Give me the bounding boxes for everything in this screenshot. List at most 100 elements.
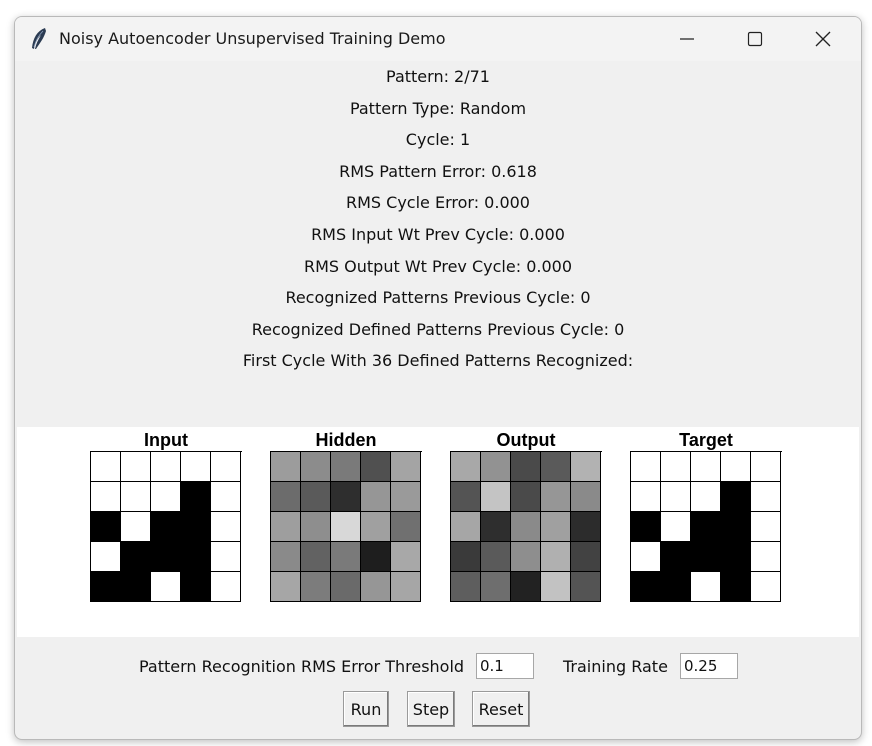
grid-cell	[571, 542, 601, 572]
grid-cell	[121, 452, 151, 482]
grid-cell	[481, 542, 511, 572]
target-grid-title: Target	[679, 430, 733, 450]
grid-cell	[361, 452, 391, 482]
grid-cell	[751, 542, 781, 572]
app-window: Noisy Autoencoder Unsupervised Training …	[14, 16, 862, 740]
threshold-input[interactable]	[476, 653, 534, 679]
grid-cell	[721, 572, 751, 602]
grid-cell	[211, 452, 241, 482]
grid-cell	[121, 512, 151, 542]
reset-button[interactable]: Reset	[472, 691, 530, 727]
grid-cell	[511, 482, 541, 512]
title-bar[interactable]: Noisy Autoencoder Unsupervised Training …	[15, 17, 861, 61]
grid-cell	[151, 452, 181, 482]
grid-cell	[571, 512, 601, 542]
grid-cell	[151, 512, 181, 542]
grid-cell	[181, 452, 211, 482]
training-rate-input[interactable]	[680, 653, 738, 679]
grid-cell	[151, 482, 181, 512]
grid-cell	[361, 572, 391, 602]
hidden-grid-title: Hidden	[315, 430, 377, 450]
grid-cell	[691, 452, 721, 482]
pattern-type: Pattern Type: Random	[349, 98, 527, 118]
grid-canvas: Input Hidden Output Target	[17, 427, 859, 637]
grid-cell	[541, 452, 571, 482]
grid-cell	[661, 572, 691, 602]
minimize-icon	[680, 38, 694, 40]
grid-cell	[481, 572, 511, 602]
grid-cell	[451, 482, 481, 512]
stats-panel: Pattern: 2/71 Pattern Type: Random Cycle…	[15, 61, 861, 377]
grid-cell	[571, 482, 601, 512]
grid-cell	[481, 452, 511, 482]
grid-cell	[211, 542, 241, 572]
hidden-grid-block: Hidden	[270, 427, 422, 602]
grid-cell	[631, 542, 661, 572]
grid-cell	[301, 482, 331, 512]
grid-cell	[511, 542, 541, 572]
target-grid-block: Target	[630, 427, 782, 602]
grid-cell	[451, 542, 481, 572]
grid-cell	[91, 572, 121, 602]
grid-cell	[661, 452, 691, 482]
grid-cell	[121, 572, 151, 602]
grid-cell	[661, 512, 691, 542]
step-button[interactable]: Step	[407, 691, 455, 727]
grid-cell	[691, 542, 721, 572]
training-rate-label: Training Rate	[563, 657, 668, 676]
input-grid-title: Input	[144, 430, 188, 450]
grid-cell	[751, 512, 781, 542]
run-button[interactable]: Run	[343, 691, 389, 727]
rms-output-weight: RMS Output Wt Prev Cycle: 0.000	[303, 256, 572, 276]
grid-cell	[391, 482, 421, 512]
rms-pattern-error: RMS Pattern Error: 0.618	[339, 161, 537, 181]
grid-cell	[271, 452, 301, 482]
grid-cell	[331, 512, 361, 542]
grid-cell	[451, 452, 481, 482]
grid-cell	[271, 542, 301, 572]
maximize-button[interactable]	[721, 17, 789, 61]
grid-cell	[541, 512, 571, 542]
grid-cell	[721, 542, 751, 572]
grid-cell	[211, 572, 241, 602]
grid-cell	[91, 542, 121, 572]
grid-cell	[361, 512, 391, 542]
grid-cell	[691, 512, 721, 542]
grid-cell	[331, 452, 361, 482]
grid-cell	[451, 512, 481, 542]
grid-cell	[181, 542, 211, 572]
grid-cell	[631, 512, 661, 542]
grid-cell	[661, 542, 691, 572]
grid-cell	[391, 452, 421, 482]
grid-cell	[661, 482, 691, 512]
grid-cell	[121, 482, 151, 512]
hidden-grid	[270, 451, 422, 602]
cycle-counter: Cycle: 1	[405, 130, 471, 150]
minimize-button[interactable]	[653, 17, 721, 61]
window-title: Noisy Autoencoder Unsupervised Training …	[59, 29, 446, 48]
pattern-counter: Pattern: 2/71	[386, 67, 490, 86]
grid-cell	[151, 542, 181, 572]
threshold-label: Pattern Recognition RMS Error Threshold	[139, 657, 465, 676]
grid-cell	[571, 572, 601, 602]
recognized-patterns: Recognized Patterns Previous Cycle: 0	[285, 288, 591, 308]
close-button[interactable]	[789, 17, 857, 61]
grid-cell	[631, 572, 661, 602]
output-grid-block: Output	[450, 427, 602, 602]
grid-cell	[361, 542, 391, 572]
grid-cell	[271, 512, 301, 542]
grid-cell	[181, 572, 211, 602]
recognized-defined-patterns: Recognized Defined Patterns Previous Cyc…	[251, 319, 625, 339]
grid-cell	[331, 542, 361, 572]
settings-row: Pattern Recognition RMS Error Threshold …	[15, 653, 861, 683]
grid-cell	[301, 512, 331, 542]
grid-cell	[691, 572, 721, 602]
grid-cell	[631, 452, 661, 482]
grid-cell	[271, 482, 301, 512]
first-cycle-recognized: First Cycle With 36 Defined Patterns Rec…	[242, 351, 634, 371]
grid-cell	[301, 572, 331, 602]
grid-cell	[541, 482, 571, 512]
input-grid-block: Input	[90, 427, 242, 602]
grid-cell	[511, 452, 541, 482]
grid-cell	[91, 482, 121, 512]
